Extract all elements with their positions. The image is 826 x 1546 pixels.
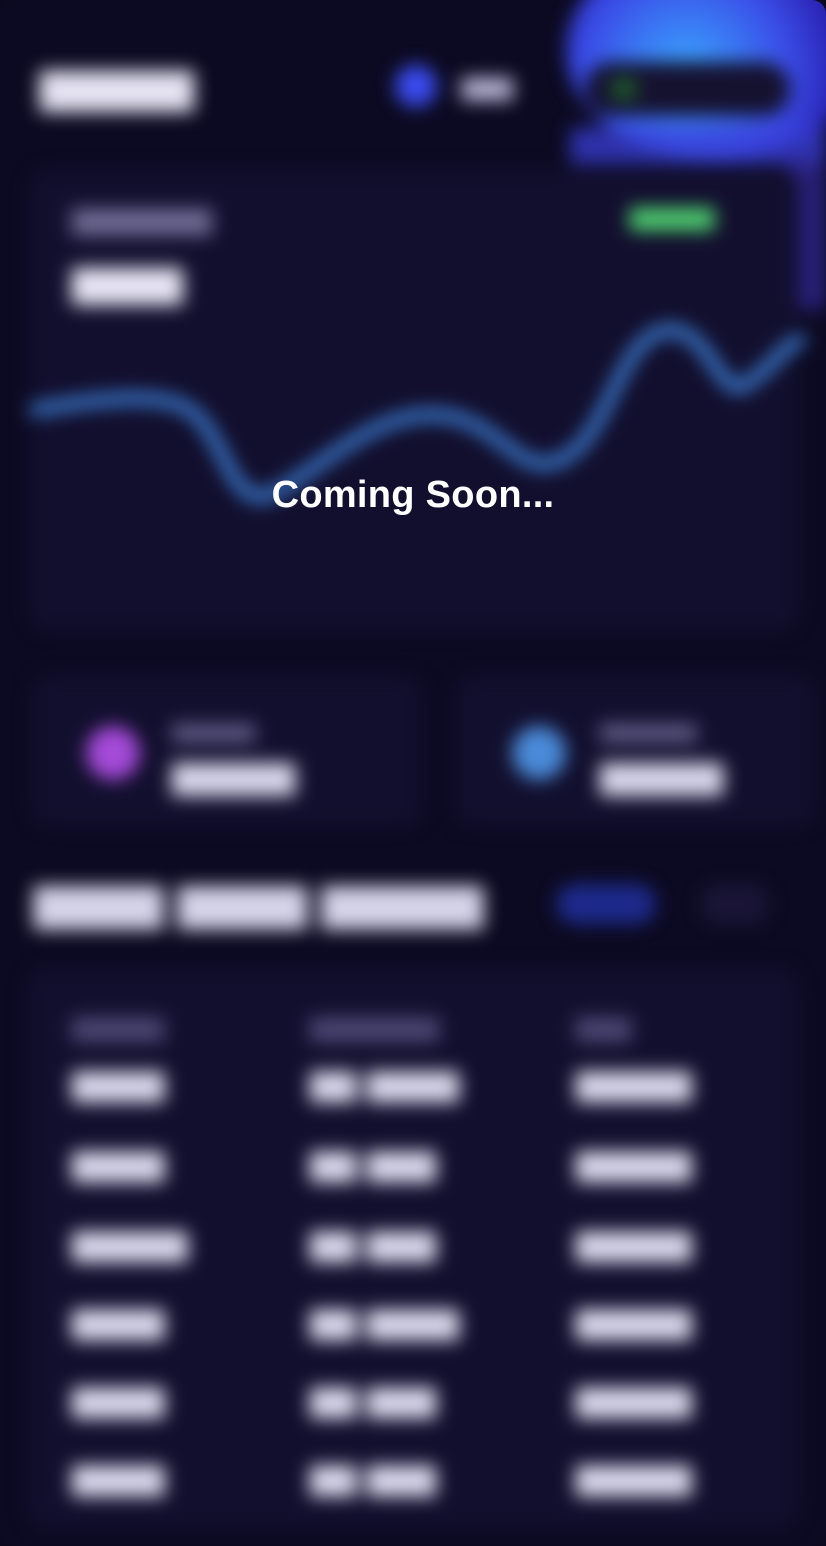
table-cell-placeholder: ▇▇ ▇▇▇ bbox=[310, 1228, 436, 1263]
tab-active bbox=[556, 884, 656, 924]
table-cell-placeholder: ▇▇▇▇ bbox=[72, 1384, 165, 1419]
stat-card-2 bbox=[455, 676, 815, 826]
token-icon bbox=[395, 65, 437, 107]
price-value-placeholder: ▇▇▇▇ bbox=[72, 264, 183, 305]
table-cell-placeholder: ▇▇ ▇▇▇ bbox=[310, 1148, 436, 1183]
table-cell-placeholder: ▇▇▇▇▇ bbox=[72, 1228, 188, 1263]
table-cell-placeholder: ▇▇▇▇▇ bbox=[576, 1148, 692, 1183]
tab-inactive bbox=[700, 884, 770, 924]
dashboard-frame: ▇▇▇▇▇ ▇▇▇ ▇▇▇▇▇▇▇ ▇▇▇▇ ▇▇▇▇▇ ▇▇▇▇▇▇ ▇▇▇▇… bbox=[0, 0, 826, 1546]
stat-2-label-placeholder: ▇▇▇▇▇▇▇ bbox=[600, 722, 697, 743]
table-cell-placeholder: ▇▇▇▇ bbox=[72, 1462, 165, 1497]
table-header-placeholder: ▇▇▇▇▇▇▇ bbox=[310, 1014, 440, 1042]
table-cell-placeholder: ▇▇▇▇▇ bbox=[576, 1228, 692, 1263]
table-cell-placeholder: ▇▇ ▇▇▇▇ bbox=[310, 1068, 459, 1103]
stat-1-label-placeholder: ▇▇▇▇▇▇ bbox=[172, 722, 256, 743]
table-cell-placeholder: ▇▇ ▇▇▇ bbox=[310, 1462, 436, 1497]
stat-1-value-placeholder: ▇▇▇▇▇ bbox=[172, 758, 296, 796]
stat-2-icon bbox=[512, 726, 566, 780]
stat-2-value-placeholder: ▇▇▇▇▇ bbox=[600, 758, 724, 796]
table-cell-placeholder: ▇▇▇▇ bbox=[72, 1068, 165, 1103]
table-cell-placeholder: ▇▇▇▇ bbox=[72, 1148, 165, 1183]
table-header-placeholder: ▇▇▇▇▇ bbox=[72, 1014, 165, 1042]
price-label-placeholder: ▇▇▇▇▇▇▇ bbox=[72, 206, 212, 236]
table-cell-placeholder: ▇▇ ▇▇▇ bbox=[310, 1384, 436, 1419]
table-cell-placeholder: ▇▇▇▇▇ bbox=[576, 1462, 692, 1497]
decorative-glow-bar bbox=[570, 128, 826, 164]
table-cell-placeholder: ▇▇▇▇▇ bbox=[576, 1384, 692, 1419]
blurred-dashboard-preview: ▇▇▇▇▇ ▇▇▇ ▇▇▇▇▇▇▇ ▇▇▇▇ ▇▇▇▇▇ ▇▇▇▇▇▇ ▇▇▇▇… bbox=[0, 0, 826, 1546]
table-cell-placeholder: ▇▇▇▇▇ bbox=[576, 1306, 692, 1341]
wallet-icon bbox=[612, 78, 636, 100]
chart-line bbox=[29, 323, 806, 503]
table-header-placeholder: ▇▇▇ bbox=[576, 1014, 632, 1042]
table-cell-placeholder: ▇▇▇▇▇ bbox=[576, 1068, 692, 1103]
price-chart bbox=[29, 323, 806, 503]
page-title-placeholder: ▇▇▇▇▇ bbox=[40, 66, 194, 112]
table-cell-placeholder: ▇▇ ▇▇▇▇ bbox=[310, 1306, 459, 1341]
table-cell-placeholder: ▇▇▇▇ bbox=[72, 1306, 165, 1341]
stat-1-icon bbox=[86, 726, 140, 780]
section-title-placeholder: ▇▇▇▇ ▇▇▇▇ ▇▇▇▇▇ bbox=[34, 880, 484, 929]
coming-soon-message: Coming Soon... bbox=[271, 474, 555, 516]
token-label-placeholder: ▇▇▇ bbox=[462, 76, 513, 101]
change-badge-placeholder: ▇▇▇▇▇ bbox=[630, 206, 715, 231]
